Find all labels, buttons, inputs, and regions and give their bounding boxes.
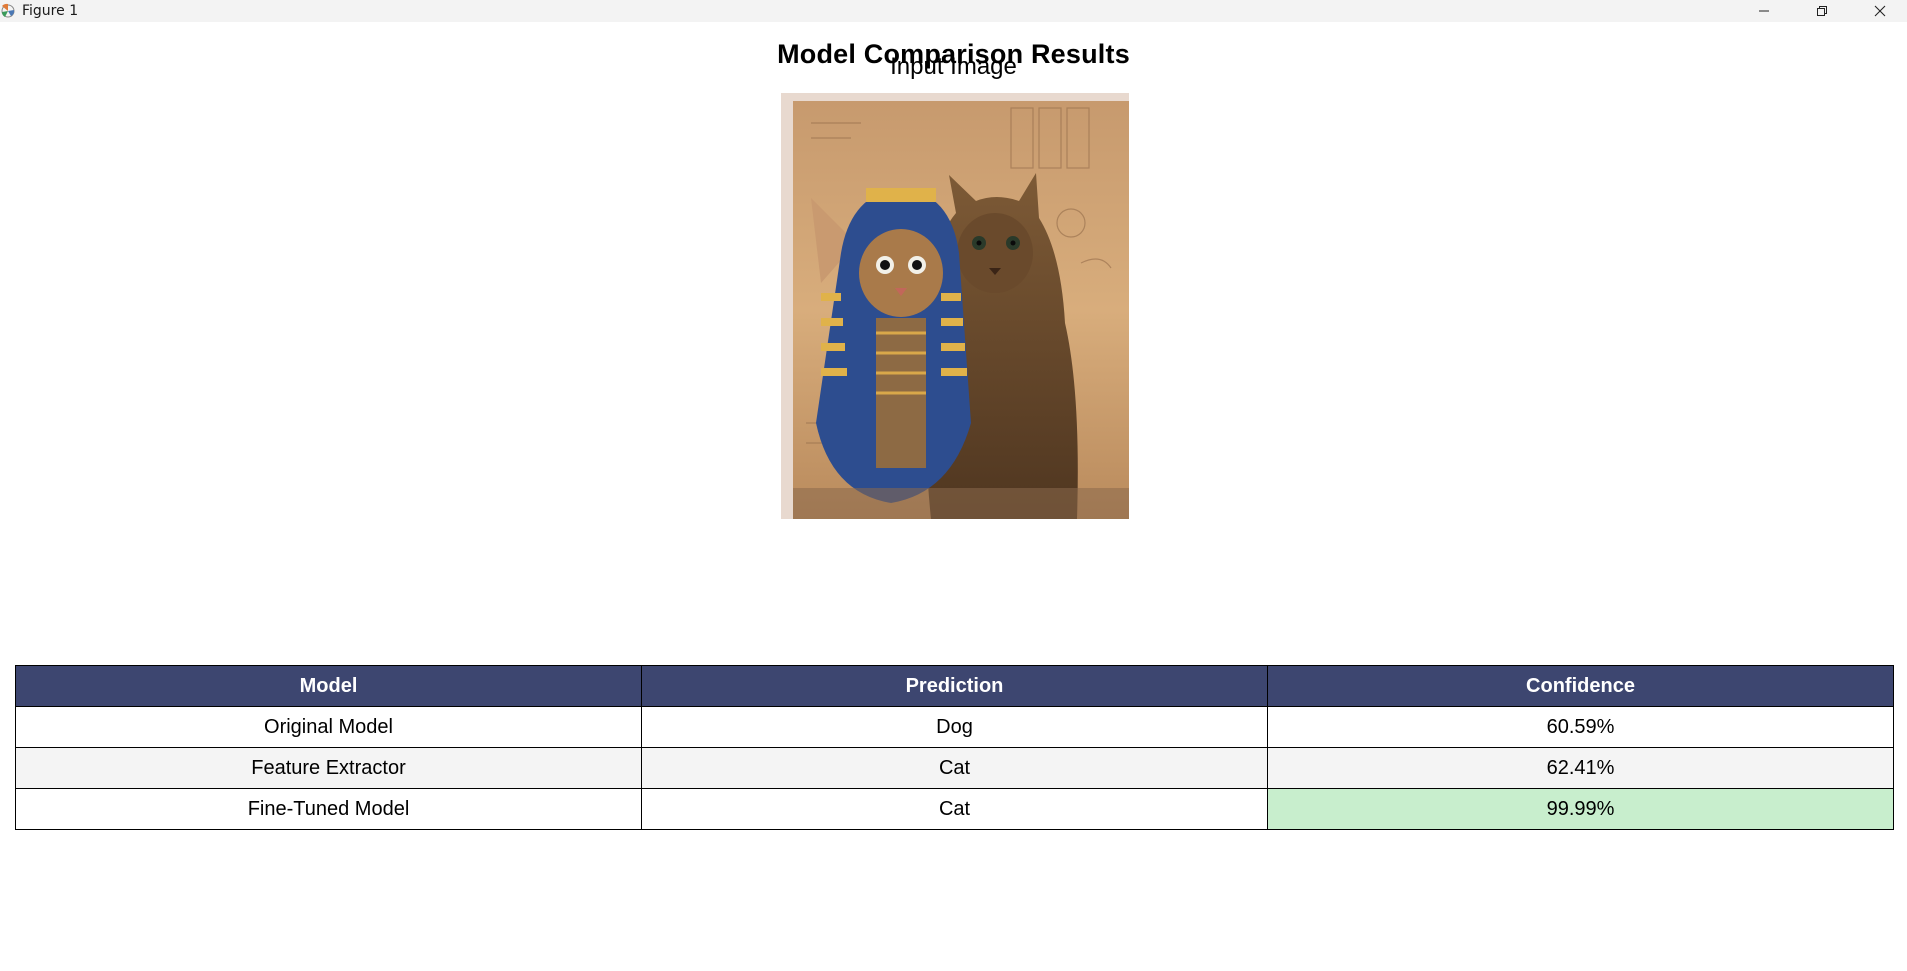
- image-axes-title: Input Image: [890, 53, 1017, 80]
- restore-icon: [1817, 6, 1827, 16]
- cell-confidence: 62.41%: [1267, 747, 1894, 789]
- close-icon: [1874, 5, 1886, 17]
- restore-button[interactable]: [1793, 0, 1851, 22]
- table-row: Feature Extractor Cat 62.41%: [15, 747, 1894, 789]
- cell-confidence: 60.59%: [1267, 706, 1894, 748]
- cell-prediction: Dog: [641, 706, 1268, 748]
- minimize-icon: [1759, 10, 1769, 12]
- cell-confidence-highlight: 99.99%: [1267, 788, 1894, 830]
- minimize-button[interactable]: [1735, 0, 1793, 22]
- window-title: Figure 1: [22, 3, 79, 19]
- cell-model: Fine-Tuned Model: [15, 788, 642, 830]
- table-row: Original Model Dog 60.59%: [15, 706, 1894, 748]
- table-header-row: Model Prediction Confidence: [15, 665, 1894, 707]
- cell-prediction: Cat: [641, 747, 1268, 789]
- results-table: Model Prediction Confidence Original Mod…: [15, 665, 1894, 830]
- cat-pharaoh-artwork: [781, 93, 1129, 519]
- close-button[interactable]: [1851, 0, 1907, 22]
- input-image: [781, 93, 1129, 519]
- cell-prediction: Cat: [641, 788, 1268, 830]
- cell-model: Feature Extractor: [15, 747, 642, 789]
- column-header-confidence: Confidence: [1267, 665, 1894, 707]
- cell-model: Original Model: [15, 706, 642, 748]
- figure-canvas: Model Comparison Results Input Image Mod…: [0, 22, 1907, 971]
- column-header-model: Model: [15, 665, 642, 707]
- window-titlebar: Figure 1: [0, 0, 1907, 22]
- column-header-prediction: Prediction: [641, 665, 1268, 707]
- table-row: Fine-Tuned Model Cat 99.99%: [15, 788, 1894, 830]
- matplotlib-icon: [0, 2, 16, 20]
